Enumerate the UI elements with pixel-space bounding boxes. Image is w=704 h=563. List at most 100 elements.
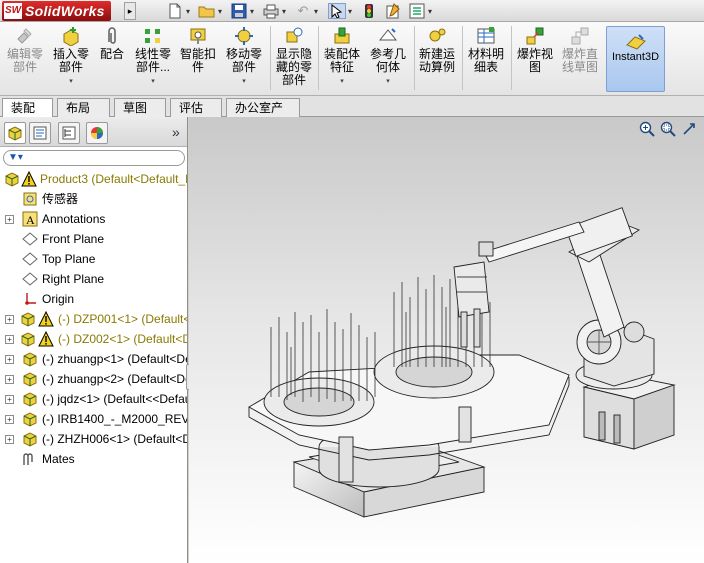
move-component-button[interactable]: 移动零 部件 ▾: [224, 26, 264, 88]
feature-manager-icon: [8, 126, 22, 141]
instant3d-button[interactable]: Instant3D: [606, 26, 665, 92]
move-component-dropdown-icon[interactable]: ▾: [242, 75, 246, 88]
tree-filter-input[interactable]: ▼▾: [3, 150, 185, 166]
tree-item-component[interactable]: + (-) zhuangp<2> (Default<Default: [0, 369, 187, 389]
expand-toggle[interactable]: +: [5, 315, 14, 324]
edit-component-button[interactable]: 编辑零 部件: [5, 26, 45, 74]
open-icon[interactable]: [198, 3, 216, 19]
reference-geometry-button[interactable]: 参考几 何体 ▾: [368, 26, 408, 88]
expand-toggle[interactable]: +: [5, 335, 14, 344]
undo-icon[interactable]: ↶: [294, 3, 312, 19]
graphics-area[interactable]: [189, 117, 704, 563]
explode-line-sketch-button[interactable]: 爆炸直 线草图: [559, 26, 601, 74]
filter-funnel-icon[interactable]: ▼▾: [8, 152, 23, 163]
display-manager-tab[interactable]: [86, 122, 108, 144]
fixture-base: [248, 345, 570, 518]
select-icon[interactable]: [328, 3, 346, 19]
tab-office-products[interactable]: 办公室产品: [226, 98, 300, 133]
exploded-view-label: 爆炸视 图: [516, 47, 553, 74]
assembly-icon: [23, 372, 37, 387]
tree-item-top-plane[interactable]: Top Plane: [0, 249, 187, 269]
assembly-features-label: 装配体 特征: [323, 47, 360, 74]
manager-tabs: »: [0, 117, 187, 147]
select-dropdown-icon[interactable]: ▾: [346, 7, 354, 16]
mate-button[interactable]: 配合: [98, 26, 126, 61]
expand-toggle[interactable]: +: [5, 215, 14, 224]
new-motion-study-button[interactable]: 新建运 动算例: [417, 26, 457, 74]
insert-component-button[interactable]: 插入零 部件 ▾: [50, 26, 92, 88]
tree-item-component[interactable]: + (-) IRB1400_-_M2000_REV1<1>: [0, 409, 187, 429]
tree-item-component[interactable]: + (-) jqdz<1> (Default<<Default: [0, 389, 187, 409]
reference-geometry-dropdown-icon[interactable]: ▾: [386, 75, 390, 88]
property-manager-tab[interactable]: [29, 122, 51, 144]
tree-item-origin[interactable]: Origin: [0, 289, 187, 309]
tree-item-component[interactable]: + (-) DZ002<1> (Default<Default_: [0, 329, 187, 349]
tree-item-sensors[interactable]: 传感器: [0, 189, 187, 209]
mate-label: 配合: [99, 47, 124, 61]
ribbon-separator: [270, 26, 271, 90]
tree-item-annotations[interactable]: + A Annotations: [0, 209, 187, 229]
expand-toggle[interactable]: +: [5, 435, 14, 444]
save-dropdown-icon[interactable]: ▾: [248, 7, 256, 16]
tree-item-front-plane[interactable]: Front Plane: [0, 229, 187, 249]
edit-component-label: 编辑零 部件: [6, 47, 43, 74]
warning-icon: [38, 331, 54, 347]
tab-sketch[interactable]: 草图: [114, 98, 166, 117]
tab-layout[interactable]: 布局: [57, 98, 110, 117]
configuration-manager-icon: [62, 126, 76, 140]
linear-pattern-label: 线性零 部件...: [134, 47, 171, 74]
tree-item-label: Top Plane: [42, 252, 96, 266]
linear-pattern-button[interactable]: 线性零 部件... ▾: [133, 26, 173, 88]
smart-fasteners-button[interactable]: 智能扣 件: [179, 26, 217, 74]
tree-root-label: Product3 (Default<Default_Display State-…: [40, 172, 187, 186]
tree-item-label: (-) jqdz<1> (Default<<Default: [42, 392, 187, 406]
bill-of-materials-button[interactable]: 材料明 细表: [466, 26, 506, 74]
print-icon[interactable]: [262, 3, 280, 19]
file-properties-icon[interactable]: [384, 3, 402, 19]
undo-dropdown-icon[interactable]: ▾: [312, 7, 320, 16]
expand-pane-icon[interactable]: »: [172, 124, 180, 140]
linear-pattern-dropdown-icon[interactable]: ▾: [151, 75, 155, 88]
previous-view-icon[interactable]: [680, 121, 698, 139]
tree-item-component[interactable]: + (-) zhuangp<1> (Default<Default: [0, 349, 187, 369]
options-icon[interactable]: [408, 3, 426, 19]
new-icon[interactable]: [166, 3, 184, 19]
origin-icon: [25, 293, 36, 305]
assembly-features-dropdown-icon[interactable]: ▾: [340, 75, 344, 88]
tab-evaluate[interactable]: 评估: [170, 98, 222, 117]
exploded-view-button[interactable]: 爆炸视 图: [514, 26, 556, 74]
tree-item-mates[interactable]: Mates: [0, 449, 187, 469]
quick-access-toolbar: ▾ ▾ ▾ ▾ ↶ ▾ ▾ ▾: [166, 2, 434, 20]
tree-item-component[interactable]: + (-) ZHZH006<1> (Default<Default: [0, 429, 187, 449]
tab-assembly[interactable]: 装配体: [2, 98, 53, 133]
ribbon-separator: [462, 26, 463, 90]
expand-toggle[interactable]: +: [5, 395, 14, 404]
app-logo[interactable]: SW SolidWorks: [2, 1, 111, 21]
sensor-icon: [23, 192, 37, 206]
configuration-manager-tab[interactable]: [58, 122, 80, 144]
rebuild-icon[interactable]: [360, 3, 378, 19]
logo-mark: SW: [4, 3, 22, 19]
expand-toggle[interactable]: +: [5, 355, 14, 364]
insert-component-dropdown-icon[interactable]: ▾: [69, 75, 73, 88]
expand-toggle[interactable]: +: [5, 375, 14, 384]
feature-manager-tab[interactable]: [4, 122, 26, 144]
mates-icon: [23, 453, 33, 465]
move-component-label: 移动零 部件: [225, 47, 262, 74]
options-dropdown-icon[interactable]: ▾: [426, 7, 434, 16]
zoom-to-area-icon[interactable]: [659, 121, 677, 139]
tree-root-assembly[interactable]: Product3 (Default<Default_Display State-…: [0, 169, 187, 189]
plane-icon: [22, 252, 38, 266]
open-dropdown-icon[interactable]: ▾: [216, 7, 224, 16]
tree-item-component[interactable]: + (-) DZP001<1> (Default<Default_: [0, 309, 187, 329]
assembly-icon: [23, 352, 37, 367]
tree-item-right-plane[interactable]: Right Plane: [0, 269, 187, 289]
expand-toggle[interactable]: +: [5, 415, 14, 424]
zoom-to-fit-icon[interactable]: [638, 121, 656, 139]
save-icon[interactable]: [230, 3, 248, 19]
assembly-features-button[interactable]: 装配体 特征 ▾: [322, 26, 362, 88]
show-hidden-components-button[interactable]: 显示隐 藏的零 部件: [274, 26, 314, 87]
new-dropdown-icon[interactable]: ▾: [184, 7, 192, 16]
print-dropdown-icon[interactable]: ▾: [280, 7, 288, 16]
menu-expand-arrow-icon[interactable]: ▸: [124, 2, 136, 20]
